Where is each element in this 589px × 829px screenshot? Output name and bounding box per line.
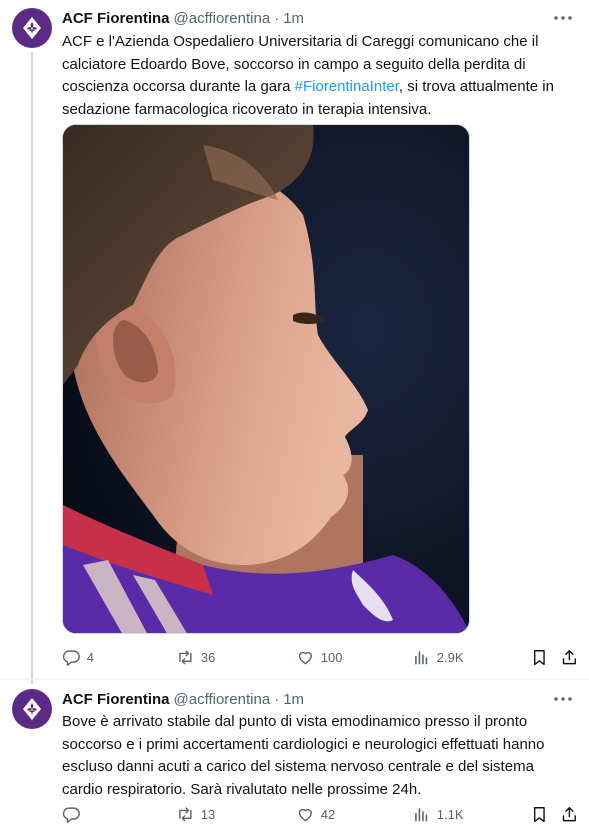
tweet-2[interactable]: ACF Fiorentina @acffiorentina · 1m Bove … (0, 680, 589, 829)
reply-icon (62, 650, 80, 666)
author-name[interactable]: ACF Fiorentina (62, 10, 170, 27)
tweet-text: Bove è arrivato stabile dal punto di vis… (62, 713, 545, 798)
timestamp[interactable]: 1m (283, 691, 304, 708)
reply-count: 4 (86, 649, 94, 665)
author-handle[interactable]: @acffiorentina (174, 10, 271, 27)
timestamp[interactable]: 1m (283, 10, 304, 27)
retweet-count: 13 (200, 806, 216, 822)
more-dots-icon (554, 16, 572, 20)
separator: · (274, 9, 280, 27)
heart-icon (298, 808, 312, 821)
like-count: 100 (320, 649, 343, 665)
views-chart-icon (415, 650, 428, 665)
heart-icon (298, 651, 312, 664)
reply-icon (62, 807, 80, 823)
bookmark-button[interactable] (529, 647, 549, 667)
reply-button[interactable]: 4 (62, 647, 94, 667)
author-handle[interactable]: @acffiorentina (174, 691, 271, 708)
separator: · (274, 690, 280, 708)
reply-button[interactable] (62, 804, 87, 824)
fiorentina-logo-icon (23, 17, 41, 39)
tweet-header: ACF Fiorentina @acffiorentina · 1m (62, 689, 304, 709)
player-profile-photo (63, 125, 469, 633)
more-dots-icon (554, 697, 572, 701)
tweet-header: ACF Fiorentina @acffiorentina · 1m (62, 8, 304, 28)
like-count: 42 (320, 806, 336, 822)
like-button[interactable]: 100 (296, 647, 342, 667)
retweet-button[interactable]: 36 (176, 647, 215, 667)
like-button[interactable]: 42 (296, 804, 335, 824)
views-button[interactable]: 1.1K (412, 804, 464, 824)
more-options-button[interactable] (551, 689, 575, 709)
bookmark-icon (533, 806, 545, 822)
avatar[interactable] (12, 8, 52, 48)
bookmark-icon (533, 649, 545, 665)
retweet-count: 36 (200, 649, 216, 665)
views-chart-icon (415, 807, 428, 822)
tweet-actions: 13 42 1.1K (62, 804, 582, 824)
retweet-icon (179, 807, 192, 821)
author-name[interactable]: ACF Fiorentina (62, 691, 170, 708)
share-icon (562, 806, 576, 821)
tweet-text: ACF e l'Azienda Ospedaliero Universitari… (62, 31, 577, 121)
share-icon (562, 649, 576, 664)
fiorentina-logo-icon (23, 698, 41, 720)
bookmark-button[interactable] (529, 804, 549, 824)
views-count: 2.9K (436, 649, 464, 665)
avatar[interactable] (12, 689, 52, 729)
tweet-1[interactable]: ACF Fiorentina @acffiorentina · 1m ACF e… (0, 0, 589, 679)
tweet-actions: 4 36 100 2.9K (62, 647, 582, 667)
share-button[interactable] (559, 647, 579, 667)
hashtag-link[interactable]: #FiorentinaInter (295, 78, 399, 95)
views-count: 1.1K (436, 806, 464, 822)
retweet-button[interactable]: 13 (176, 804, 215, 824)
more-options-button[interactable] (551, 8, 575, 28)
share-button[interactable] (559, 804, 579, 824)
retweet-icon (179, 650, 192, 664)
views-button[interactable]: 2.9K (412, 647, 464, 667)
tweet-photo[interactable] (62, 124, 470, 634)
